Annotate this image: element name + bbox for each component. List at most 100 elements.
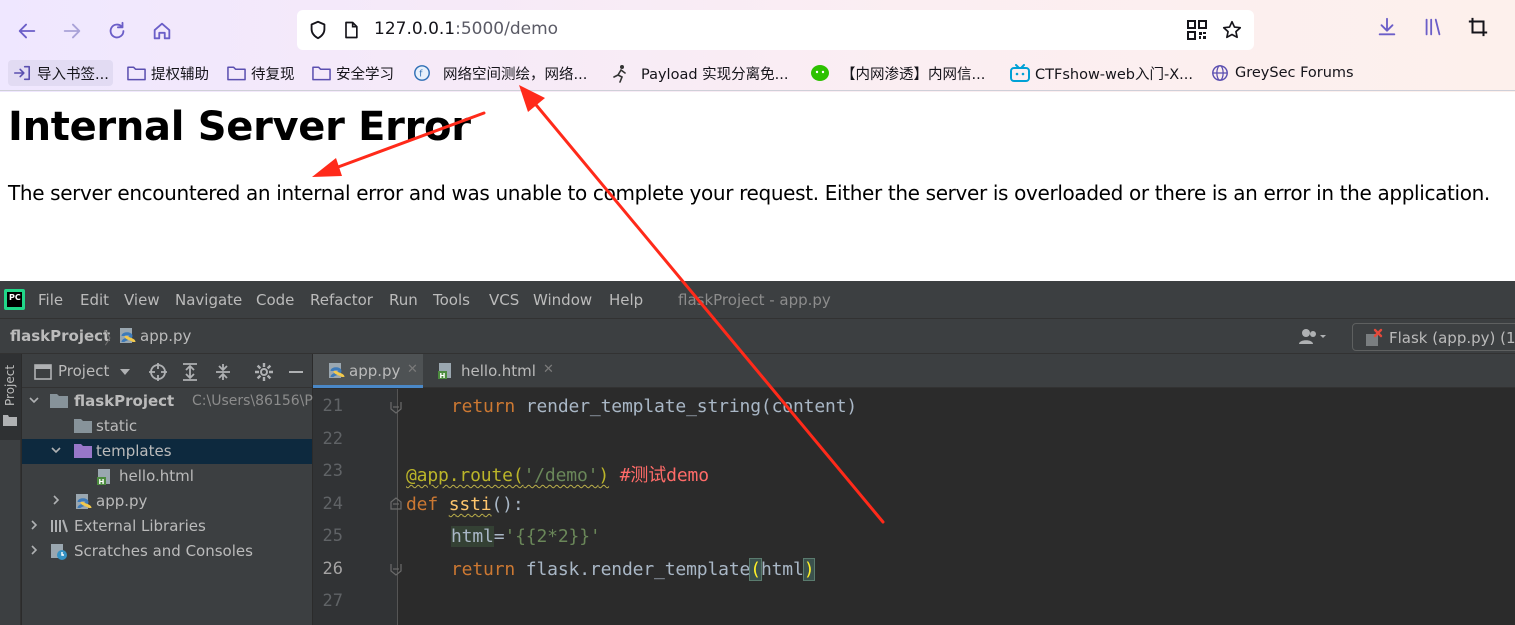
tree-item-label: External Libraries	[74, 517, 206, 535]
qr-code-icon[interactable]	[1187, 20, 1207, 40]
code-line-23[interactable]: @app.route('/demo') #测试demo	[406, 461, 709, 487]
screenshot-crop-icon[interactable]	[1467, 16, 1489, 38]
url-path: :5000/demo	[455, 19, 559, 39]
run-config-label: Flask (app.py) (1)	[1389, 329, 1515, 347]
back-button[interactable]	[10, 14, 44, 48]
python-file-icon	[76, 494, 92, 509]
runner-icon	[610, 63, 630, 83]
chevron-right-icon[interactable]	[28, 544, 40, 556]
home-button[interactable]	[145, 14, 179, 48]
user-account-icon[interactable]	[1298, 328, 1328, 346]
bookmark-folder-security[interactable]: 安全学习	[311, 60, 394, 86]
expand-all-icon[interactable]	[180, 362, 200, 382]
code-string: '/demo'	[523, 465, 599, 486]
project-view-selector[interactable]: Project	[58, 362, 109, 380]
python-file-icon	[329, 363, 345, 378]
menu-code[interactable]: Code	[256, 291, 294, 309]
line-number: 22	[322, 429, 343, 449]
reload-button[interactable]	[100, 14, 134, 48]
library-icon[interactable]	[1422, 16, 1444, 38]
code-string: '{{2*2}}'	[504, 526, 601, 547]
code-line-21[interactable]: return render_template_string(content)	[451, 396, 857, 417]
breadcrumb-project[interactable]: flaskProject	[10, 327, 110, 345]
code-paren-match: )	[802, 558, 816, 581]
chevron-right-icon[interactable]	[50, 494, 62, 506]
shield-icon[interactable]	[307, 19, 329, 41]
menu-vcs[interactable]: VCS	[489, 291, 519, 309]
download-icon[interactable]	[1376, 16, 1398, 38]
tree-item-root[interactable]: flaskProject C:\Users\86156\Pyc	[22, 389, 329, 414]
tree-item-hello-html[interactable]: H hello.html	[22, 464, 312, 489]
star-icon[interactable]	[1221, 19, 1243, 41]
tree-item-scratches[interactable]: Scratches and Consoles	[22, 539, 312, 564]
gear-icon[interactable]	[254, 362, 274, 382]
svg-text:H: H	[440, 372, 446, 380]
code-text: render_template_string(content)	[515, 396, 858, 417]
code-editor[interactable]: app.py ✕ H hello.html ✕ 21 22 23 24 25 2…	[313, 354, 1515, 625]
bookmark-label: 提权辅助	[151, 66, 209, 83]
page-icon[interactable]	[341, 20, 361, 40]
menu-window[interactable]: Window	[533, 291, 592, 309]
address-bar[interactable]: 127.0.0.1:5000/demo	[297, 10, 1254, 50]
code-keyword: return	[451, 559, 516, 580]
menu-file[interactable]: File	[38, 291, 63, 309]
tree-item-templates[interactable]: templates	[22, 439, 312, 464]
fold-end-icon[interactable]	[389, 400, 403, 414]
code-line-25[interactable]: html='{{2*2}}'	[451, 526, 601, 547]
error-message: The server encountered an internal error…	[8, 181, 1490, 205]
globe-f-icon: f	[412, 63, 432, 83]
code-line-24[interactable]: def ssti():	[406, 494, 524, 515]
url-text[interactable]: 127.0.0.1:5000/demo	[374, 19, 558, 39]
bookmark-label: Payload 实现分离免...	[641, 66, 789, 83]
close-tab-icon[interactable]: ✕	[407, 362, 418, 377]
import-icon	[12, 63, 32, 83]
tab-app-py[interactable]: app.py ✕	[313, 354, 423, 388]
folder-icon	[126, 63, 146, 83]
bookmark-greysec[interactable]: GreySec Forums	[1210, 60, 1354, 86]
run-configuration-selector[interactable]: Flask (app.py) (1)	[1352, 323, 1515, 351]
flask-config-error-icon	[1366, 328, 1383, 346]
breadcrumb-file[interactable]: app.py	[118, 327, 191, 345]
project-tool-tab[interactable]: Project	[0, 354, 21, 440]
bookmark-fofa[interactable]: f 网络空间测绘，网络...	[412, 60, 587, 86]
project-view-icon	[34, 364, 52, 380]
svg-text:H: H	[99, 478, 105, 486]
tree-item-app-py[interactable]: app.py	[22, 489, 312, 514]
forward-button[interactable]	[55, 14, 89, 48]
logo-mark: PC	[9, 293, 21, 302]
chevron-down-icon[interactable]	[50, 444, 62, 456]
tree-item-static[interactable]: static	[22, 414, 312, 439]
tab-hello-html[interactable]: H hello.html ✕	[425, 354, 565, 388]
crosshair-icon[interactable]	[148, 362, 168, 382]
code-line-26[interactable]: return flask.render_template(html)	[451, 558, 816, 581]
bookmark-label: GreySec Forums	[1235, 65, 1354, 81]
menu-refactor[interactable]: Refactor	[310, 291, 373, 309]
fold-end-icon[interactable]	[389, 562, 403, 576]
bookmark-ctfshow[interactable]: CTFshow-web入门-X...	[1010, 60, 1193, 86]
chevron-down-icon[interactable]	[120, 369, 130, 375]
collapse-all-icon[interactable]	[213, 362, 233, 382]
chevron-right-icon[interactable]	[28, 519, 40, 531]
tree-item-external-libraries[interactable]: External Libraries	[22, 514, 312, 539]
bookmark-import[interactable]: 导入书签...	[8, 60, 113, 86]
tool-window-strip: Project	[0, 354, 21, 625]
menu-run[interactable]: Run	[389, 291, 418, 309]
menu-help[interactable]: Help	[609, 291, 643, 309]
bookmark-payload[interactable]: Payload 实现分离免...	[610, 60, 789, 86]
minimize-icon[interactable]	[286, 362, 306, 382]
folder-icon	[50, 394, 68, 408]
chevron-down-icon[interactable]	[28, 394, 40, 406]
code-text: ():	[491, 494, 524, 515]
menu-view[interactable]: View	[124, 291, 160, 309]
line-number: 24	[322, 494, 343, 514]
menu-navigate[interactable]: Navigate	[175, 291, 242, 309]
bookmark-folder-reproduce[interactable]: 待复现	[226, 60, 295, 86]
project-panel: Project flaskProject C:\Users\86156\Pyc …	[22, 354, 329, 625]
bilibili-tv-icon	[1010, 63, 1030, 83]
menu-tools[interactable]: Tools	[433, 291, 470, 309]
close-tab-icon[interactable]: ✕	[543, 362, 554, 377]
bookmark-folder-privesc[interactable]: 提权辅助	[126, 60, 209, 86]
bookmark-wechat[interactable]: 【内网渗透】内网信...	[810, 60, 985, 86]
menu-edit[interactable]: Edit	[80, 291, 109, 309]
fold-start-icon[interactable]	[389, 497, 403, 511]
